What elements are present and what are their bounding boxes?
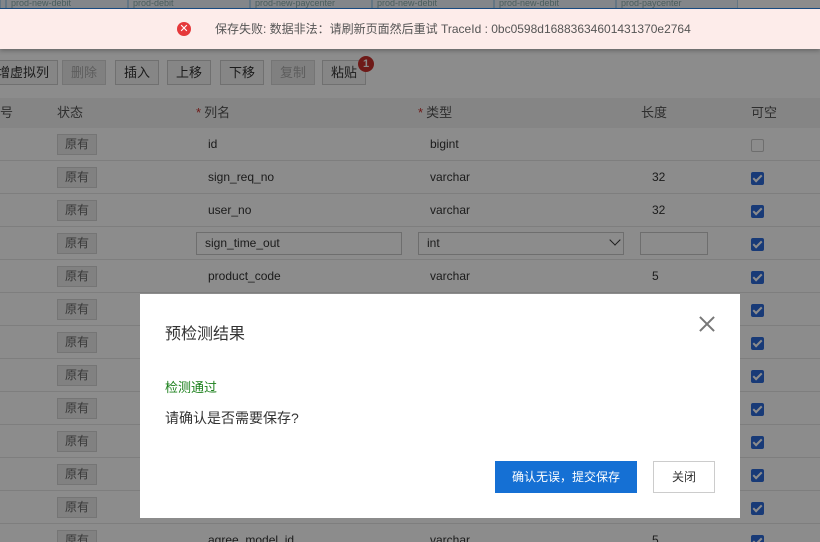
close-icon[interactable] [697,314,717,334]
error-message: 保存失败: 数据非法：请刷新页面然后重试 TraceId : 0bc0598d1… [215,22,691,36]
check-passed-text: 检测通过 [165,380,218,395]
confirm-message: 请确认是否需要保存? [165,410,299,426]
close-button[interactable]: 关闭 [653,461,715,493]
precheck-dialog: 预检测结果 检测通过 请确认是否需要保存? 确认无误，提交保存 关闭 [140,294,740,518]
error-alert: ✕ 保存失败: 数据非法：请刷新页面然后重试 TraceId : 0bc0598… [0,9,820,49]
dialog-title: 预检测结果 [165,326,246,343]
error-icon: ✕ [177,22,191,36]
confirm-save-button[interactable]: 确认无误，提交保存 [495,461,637,493]
